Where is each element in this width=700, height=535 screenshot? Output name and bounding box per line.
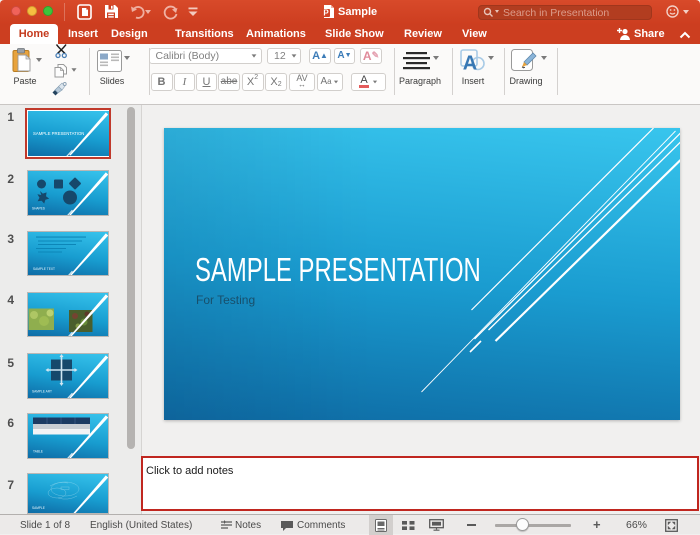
svg-text:P: P (323, 9, 329, 18)
svg-text:SHAPES: SHAPES (32, 207, 45, 211)
svg-text:SAMPLE PRESENTATION: SAMPLE PRESENTATION (33, 131, 84, 136)
svg-text:TABLE: TABLE (33, 450, 43, 454)
svg-text:SAMPLE ART: SAMPLE ART (32, 390, 52, 394)
svg-text:SAMPLE: SAMPLE (32, 506, 45, 510)
svg-text:SAMPLE TEXT: SAMPLE TEXT (33, 267, 55, 271)
svg-text:A: A (463, 53, 477, 74)
